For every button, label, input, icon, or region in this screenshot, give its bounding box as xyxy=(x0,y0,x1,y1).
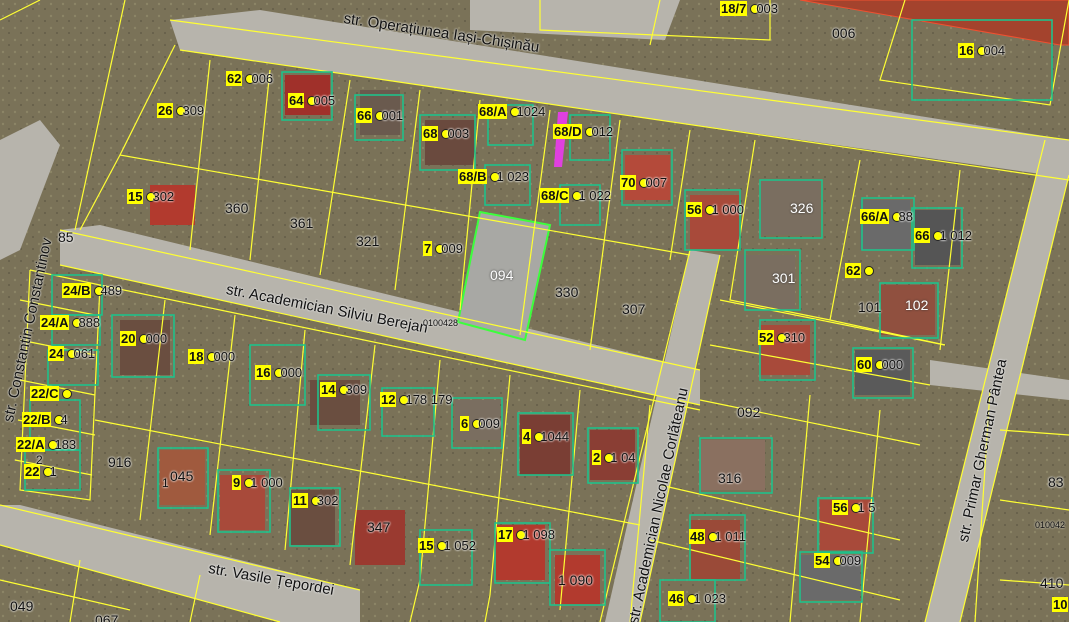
address-point[interactable]: 56 1 5 xyxy=(832,499,876,517)
address-point[interactable]: 60 000 xyxy=(856,356,903,374)
plot-label: 361 xyxy=(290,215,314,231)
address-point[interactable]: 10 xyxy=(1052,596,1069,614)
address-point[interactable]: 18/7 003 xyxy=(720,0,778,18)
plot-sub-label: 2 xyxy=(36,453,43,467)
plot-label: 006 xyxy=(832,25,856,41)
address-point[interactable]: 68/A 1024 xyxy=(478,103,545,121)
address-point[interactable]: 22/A 183 xyxy=(16,436,76,454)
plot-label: 307 xyxy=(622,301,646,317)
cadastral-map[interactable]: str. Operațiunea Iași-Chișinău str. Acad… xyxy=(0,0,1069,622)
address-point[interactable]: 7 009 xyxy=(423,240,463,258)
address-point[interactable]: 54 009 xyxy=(814,552,861,570)
plot-label: 410 xyxy=(1040,575,1064,591)
address-point[interactable]: 24/B 489 xyxy=(62,282,122,300)
address-point[interactable]: 52 310 xyxy=(758,329,805,347)
address-point[interactable]: 18 000 xyxy=(188,348,235,366)
plot-label: 85 xyxy=(58,229,74,245)
address-point[interactable]: 20 000 xyxy=(120,330,167,348)
address-point[interactable]: 70 007 xyxy=(620,174,667,192)
address-point[interactable]: 22/B 4 xyxy=(22,411,68,429)
address-point[interactable]: 14 309 xyxy=(320,381,367,399)
address-point[interactable]: 24/A 888 xyxy=(40,314,100,332)
address-point[interactable]: 66 001 xyxy=(356,107,403,125)
plot-label: 067 xyxy=(95,612,119,622)
plot-label: 83 xyxy=(1048,474,1064,490)
address-point[interactable]: 62 006 xyxy=(226,70,273,88)
plot-label: 094 xyxy=(490,267,514,283)
address-point[interactable]: 17 1 098 xyxy=(497,526,555,544)
plot-sub-label: 316 xyxy=(718,470,742,486)
plot-label: 092 xyxy=(737,404,761,420)
plot-label: 101 xyxy=(858,299,882,315)
address-point[interactable]: 68/B 1 023 xyxy=(458,168,529,186)
address-point[interactable]: 16 000 xyxy=(255,364,302,382)
sector-code: 0100428 xyxy=(423,318,459,328)
address-point[interactable]: 56 1 000 xyxy=(686,201,744,219)
plot-sub-label: 1 090 xyxy=(558,572,594,588)
plot-label: 326 xyxy=(790,200,814,216)
address-point[interactable]: 66 1 012 xyxy=(914,227,972,245)
address-point[interactable]: 15 302 xyxy=(127,188,174,206)
plot-label: 102 xyxy=(905,297,929,313)
address-point[interactable]: 48 1 011 xyxy=(689,528,746,546)
plot-label: 347 xyxy=(367,519,391,535)
address-point[interactable]: 62 xyxy=(845,262,875,280)
plot-sub-label: 1 xyxy=(162,476,169,490)
plot-sub-label: 045 xyxy=(170,468,194,484)
sector-code: 010042 xyxy=(1035,520,1066,530)
address-point[interactable]: 15 1 052 xyxy=(418,537,476,555)
address-point[interactable]: 66/A 88 xyxy=(860,208,913,226)
plot-label: 916 xyxy=(108,454,132,470)
address-point[interactable]: 64 005 xyxy=(288,92,335,110)
plot-label: 049 xyxy=(10,598,34,614)
address-point[interactable]: 21 04 xyxy=(592,449,636,467)
plot-label: 360 xyxy=(225,200,249,216)
address-point[interactable]: 24 061 xyxy=(48,345,95,363)
address-point[interactable]: 11 302 xyxy=(292,492,338,510)
address-point[interactable]: 12 178 179 xyxy=(380,391,452,409)
address-point[interactable]: 91 000 xyxy=(232,474,283,492)
address-point[interactable]: 68/D 012 xyxy=(553,123,613,141)
address-point[interactable]: 46 1 023 xyxy=(668,590,726,608)
address-point[interactable]: 22/C xyxy=(30,385,73,403)
plot-label: 330 xyxy=(555,284,579,300)
plot-label: 321 xyxy=(356,233,380,249)
address-point[interactable]: 68 003 xyxy=(422,125,469,143)
address-point[interactable]: 68/C 1 022 xyxy=(540,187,611,205)
address-point[interactable]: 4 1044 xyxy=(522,428,569,446)
address-point[interactable]: 16 004 xyxy=(958,42,1005,60)
plot-label: 301 xyxy=(772,270,796,286)
address-point[interactable]: 6 009 xyxy=(460,415,500,433)
address-point[interactable]: 26 309 xyxy=(157,102,204,120)
